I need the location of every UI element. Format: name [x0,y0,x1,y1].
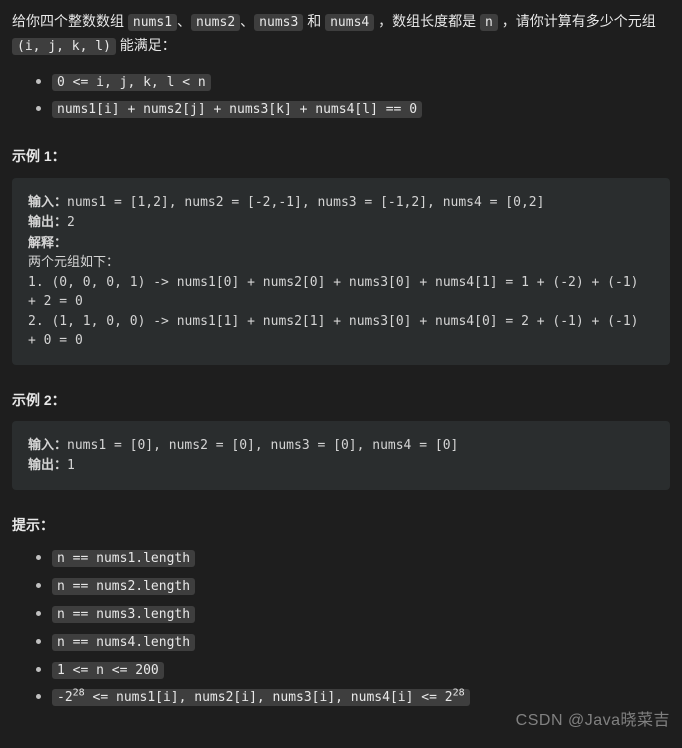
desc-sep: 、 [177,13,191,29]
output-label: 输出： [28,457,67,472]
desc-and: 和 [303,13,325,29]
hint-code: n == nums1.length [52,550,195,567]
input-label: 输入： [28,194,67,209]
hint-code: n == nums3.length [52,606,195,623]
hints-title: 提示： [12,514,670,536]
condition-code: 0 <= i, j, k, l < n [52,74,211,91]
conditions-list: 0 <= i, j, k, l < n nums1[i] + nums2[j] … [34,70,670,122]
hint-code: 1 <= n <= 200 [52,662,164,679]
example2-title: 示例 2： [12,389,670,411]
condition-item: 0 <= i, j, k, l < n [34,70,670,94]
desc-text: ，请你计算有多少个元组 [498,13,656,29]
output-value: 1 [67,458,75,473]
explain-label: 解释： [28,235,67,250]
desc-sep: 、 [240,13,254,29]
condition-code: nums1[i] + nums2[j] + nums3[k] + nums4[l… [52,101,422,118]
code-nums1: nums1 [128,14,177,31]
desc-text: 给你四个整数数组 [12,13,128,29]
input-value: nums1 = [1,2], nums2 = [-2,-1], nums3 = … [67,195,544,210]
hint-code: n == nums4.length [52,634,195,651]
code-tuple: (i, j, k, l) [12,38,116,55]
watermark: CSDN @Java晓菜吉 [516,708,670,734]
explain-line: 1. (0, 0, 0, 1) -> nums1[0] + nums2[0] +… [28,275,646,310]
desc-text: ，数组长度都是 [374,13,480,29]
code-nums2: nums2 [191,14,240,31]
example2-block: 输入：nums1 = [0], nums2 = [0], nums3 = [0]… [12,421,670,490]
hint-code: -228 <= nums1[i], nums2[i], nums3[i], nu… [52,689,470,706]
hint-item: n == nums2.length [34,574,670,598]
example1-block: 输入：nums1 = [1,2], nums2 = [-2,-1], nums3… [12,178,670,365]
example1-title: 示例 1： [12,145,670,167]
hint-item: n == nums4.length [34,630,670,654]
output-value: 2 [67,215,75,230]
input-value: nums1 = [0], nums2 = [0], nums3 = [0], n… [67,438,458,453]
hint-code: n == nums2.length [52,578,195,595]
explain-line: 两个元组如下： [28,255,119,270]
hints-list: n == nums1.length n == nums2.length n ==… [34,546,670,709]
output-label: 输出： [28,214,67,229]
hint-item: -228 <= nums1[i], nums2[i], nums3[i], nu… [34,685,670,709]
problem-description: 给你四个整数数组 nums1、nums2、nums3 和 nums4 ，数组长度… [12,10,670,58]
condition-item: nums1[i] + nums2[j] + nums3[k] + nums4[l… [34,97,670,121]
desc-text: 能满足： [116,37,176,53]
code-nums4: nums4 [325,14,374,31]
input-label: 输入： [28,437,67,452]
hint-item: n == nums3.length [34,602,670,626]
hint-item: 1 <= n <= 200 [34,658,670,682]
hint-item: n == nums1.length [34,546,670,570]
code-n: n [480,14,498,31]
explain-line: 2. (1, 1, 0, 0) -> nums1[1] + nums2[1] +… [28,314,646,349]
code-nums3: nums3 [254,14,303,31]
